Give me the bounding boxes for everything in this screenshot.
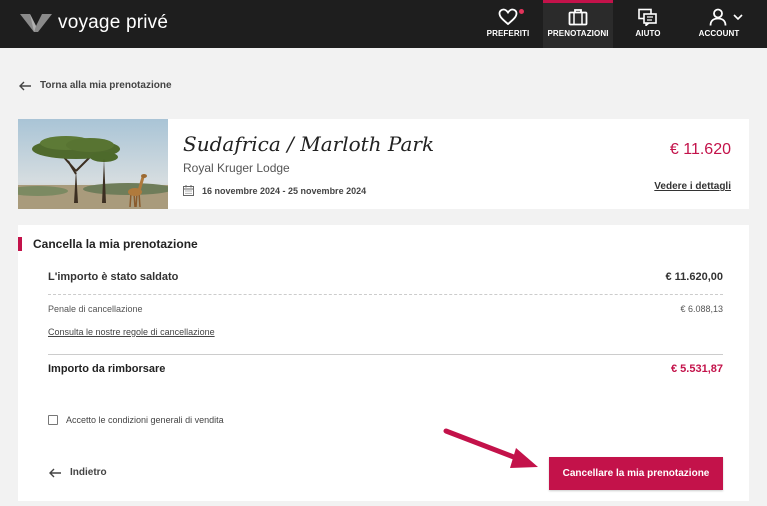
penalty-value: € 6.088,13 xyxy=(680,304,723,314)
trip-dates: 16 novembre 2024 - 25 novembre 2024 xyxy=(183,185,366,196)
trip-price: € 11.620 xyxy=(669,141,731,158)
nav-account-label: ACCOUNT xyxy=(698,29,740,38)
amount-paid-value: € 11.620,00 xyxy=(665,271,723,283)
refund-value: € 5.531,87 xyxy=(671,363,723,375)
destination-photo xyxy=(18,119,168,209)
nav-aiuto-label: AIUTO xyxy=(635,29,661,38)
view-details-link[interactable]: Vedere i dettagli xyxy=(654,181,731,192)
top-navigation-bar: voyage privé PREFERITI PRENOTAZIONI AIUT… xyxy=(0,0,767,48)
amount-paid-row: L'importo è stato saldato € 11.620,00 xyxy=(48,271,723,283)
terms-checkbox-row[interactable]: Accetto le condizioni generali di vendit… xyxy=(48,415,224,425)
back-to-booking-label: Torna alla mia prenotazione xyxy=(40,80,172,91)
hotel-name: Royal Kruger Lodge xyxy=(183,161,290,175)
nav-prenotazioni-label: PRENOTAZIONI xyxy=(547,29,609,38)
solid-divider xyxy=(48,354,723,355)
arrow-left-icon xyxy=(19,81,31,90)
back-button[interactable]: Indietro xyxy=(48,467,107,478)
logo-mark-icon xyxy=(20,14,52,32)
back-button-label: Indietro xyxy=(70,467,107,478)
notification-dot xyxy=(519,9,524,14)
calendar-icon xyxy=(183,185,194,196)
nav-account[interactable]: ACCOUNT xyxy=(696,0,756,48)
suitcase-icon xyxy=(568,9,588,26)
refund-label: Importo da rimborsare xyxy=(48,363,166,375)
cancellation-title: Cancella la mia prenotazione xyxy=(33,237,198,251)
trip-title: Sudafrica / Marloth Park xyxy=(183,132,435,156)
penalty-row: Penale di cancellazione € 6.088,13 xyxy=(48,304,723,314)
amount-paid-label: L'importo è stato saldato xyxy=(48,271,179,283)
refund-row: Importo da rimborsare € 5.531,87 xyxy=(48,363,723,375)
arrow-left-icon xyxy=(49,468,61,477)
nav-preferiti-label: PREFERITI xyxy=(486,29,530,38)
heart-icon xyxy=(498,8,518,26)
voyage-prive-logo[interactable]: voyage privé xyxy=(18,10,168,36)
nav-prenotazioni[interactable]: PRENOTAZIONI xyxy=(543,0,613,48)
nav-preferiti[interactable]: PREFERITI xyxy=(486,0,530,48)
dashed-divider xyxy=(48,294,723,295)
user-icon xyxy=(709,8,727,26)
penalty-label: Penale di cancellazione xyxy=(48,304,143,314)
confirm-cancellation-button[interactable]: Cancellare la mia prenotazione xyxy=(549,457,723,490)
back-to-booking-link[interactable]: Torna alla mia prenotazione xyxy=(18,80,172,91)
logo-text: voyage privé xyxy=(58,12,169,33)
cancellation-rules-link[interactable]: Consulta le nostre regole di cancellazio… xyxy=(48,327,215,337)
terms-checkbox[interactable] xyxy=(48,415,58,425)
nav-aiuto[interactable]: AIUTO xyxy=(628,0,668,48)
trip-dates-text: 16 novembre 2024 - 25 novembre 2024 xyxy=(202,185,367,196)
help-chat-icon xyxy=(638,8,657,26)
terms-label: Accetto le condizioni generali di vendit… xyxy=(66,415,224,425)
chevron-down-icon xyxy=(733,14,743,21)
cancellation-panel: Cancella la mia prenotazione L'importo è… xyxy=(18,225,749,501)
booking-summary-card: Sudafrica / Marloth Park Royal Kruger Lo… xyxy=(18,119,749,209)
panel-accent-bar xyxy=(18,237,22,251)
